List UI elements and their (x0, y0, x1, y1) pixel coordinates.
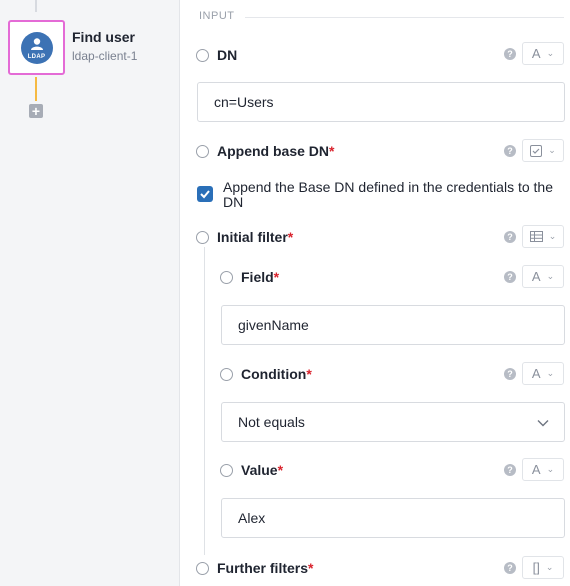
further-filters-type-button[interactable]: [] ⌄ (522, 556, 564, 579)
filter-condition-radio[interactable] (220, 367, 233, 381)
chevron-down-icon (537, 420, 549, 427)
ldap-icon: LDAP (20, 31, 53, 64)
node-title: Find user (72, 29, 136, 45)
initial-filter-radio[interactable] (196, 230, 209, 244)
properties-panel: INPUT DN ? A ⌄ cn=Users Append base DN* … (181, 0, 570, 586)
help-icon[interactable]: ? (504, 368, 516, 380)
help-icon[interactable]: ? (504, 271, 516, 283)
connector-line (35, 77, 37, 101)
nesting-guide (204, 247, 205, 555)
initial-filter-type-button[interactable]: ⌄ (522, 225, 564, 248)
chevron-down-icon: ⌄ (548, 145, 556, 155)
help-icon[interactable]: ? (504, 464, 516, 476)
append-base-dn-checkbox[interactable] (197, 186, 213, 202)
dn-label: DN (217, 47, 238, 63)
chevron-down-icon: ⌄ (546, 368, 555, 378)
help-icon[interactable]: ? (504, 562, 516, 574)
ldap-label: LDAP (27, 53, 46, 60)
help-icon[interactable]: ? (504, 48, 516, 60)
filter-value-header: Value* (220, 462, 283, 478)
workflow-canvas: LDAP Find user ldap-client-1 + (0, 0, 180, 586)
filter-condition-label: Condition* (241, 366, 312, 382)
chevron-down-icon: ⌄ (546, 464, 555, 474)
chevron-down-icon: ⌄ (545, 562, 554, 572)
filter-value-type-button[interactable]: A ⌄ (522, 458, 564, 481)
dn-field-header: DN (196, 47, 237, 63)
section-divider (245, 17, 564, 18)
section-label: INPUT (199, 10, 235, 22)
dn-type-button[interactable]: A ⌄ (522, 42, 564, 65)
append-base-dn-header: Append base DN* (196, 143, 334, 159)
table-icon (529, 231, 543, 242)
further-filters-label: Further filters* (217, 560, 314, 576)
filter-condition-select[interactable]: Not equals (221, 402, 565, 442)
text-type-icon: A (531, 366, 541, 381)
text-type-icon: A (531, 269, 541, 284)
filter-field-header: Field* (220, 269, 279, 285)
append-base-dn-type-button[interactable]: ⌄ (522, 139, 564, 162)
chevron-down-icon: ⌄ (548, 231, 557, 241)
initial-filter-label: Initial filter* (217, 229, 294, 245)
filter-field-label: Field* (241, 269, 280, 285)
further-filters-header: Further filters* (196, 560, 313, 576)
array-type-icon: [] (532, 560, 540, 575)
append-base-dn-label: Append base DN* (217, 143, 335, 159)
filter-value-radio[interactable] (220, 463, 233, 477)
filter-condition-value: Not equals (238, 414, 305, 430)
dn-radio[interactable] (196, 48, 209, 62)
append-base-dn-checkbox-label: Append the Base DN defined in the creden… (223, 179, 553, 210)
add-step-button[interactable]: + (29, 104, 43, 118)
connector-top (35, 0, 37, 12)
filter-field-input[interactable]: givenName (221, 305, 565, 345)
text-type-icon: A (531, 46, 541, 61)
chevron-down-icon: ⌄ (546, 271, 555, 281)
filter-condition-type-button[interactable]: A ⌄ (522, 362, 564, 385)
text-type-icon: A (531, 462, 541, 477)
help-icon[interactable]: ? (504, 231, 516, 243)
chevron-down-icon: ⌄ (546, 48, 555, 58)
initial-filter-header: Initial filter* (196, 229, 293, 245)
help-icon[interactable]: ? (504, 145, 516, 157)
find-user-node[interactable]: LDAP (8, 20, 65, 75)
filter-field-type-button[interactable]: A ⌄ (522, 265, 564, 288)
filter-value-input[interactable]: Alex (221, 498, 565, 538)
dn-input[interactable]: cn=Users (197, 82, 565, 122)
filter-field-radio[interactable] (220, 270, 233, 284)
node-subtitle: ldap-client-1 (72, 49, 138, 63)
user-icon (30, 37, 43, 50)
checkmark-icon (200, 190, 210, 199)
further-filters-radio[interactable] (196, 561, 209, 575)
filter-value-label: Value* (241, 462, 284, 478)
filter-condition-header: Condition* (220, 366, 312, 382)
checkbox-icon (530, 144, 543, 157)
append-base-dn-radio[interactable] (196, 144, 209, 158)
